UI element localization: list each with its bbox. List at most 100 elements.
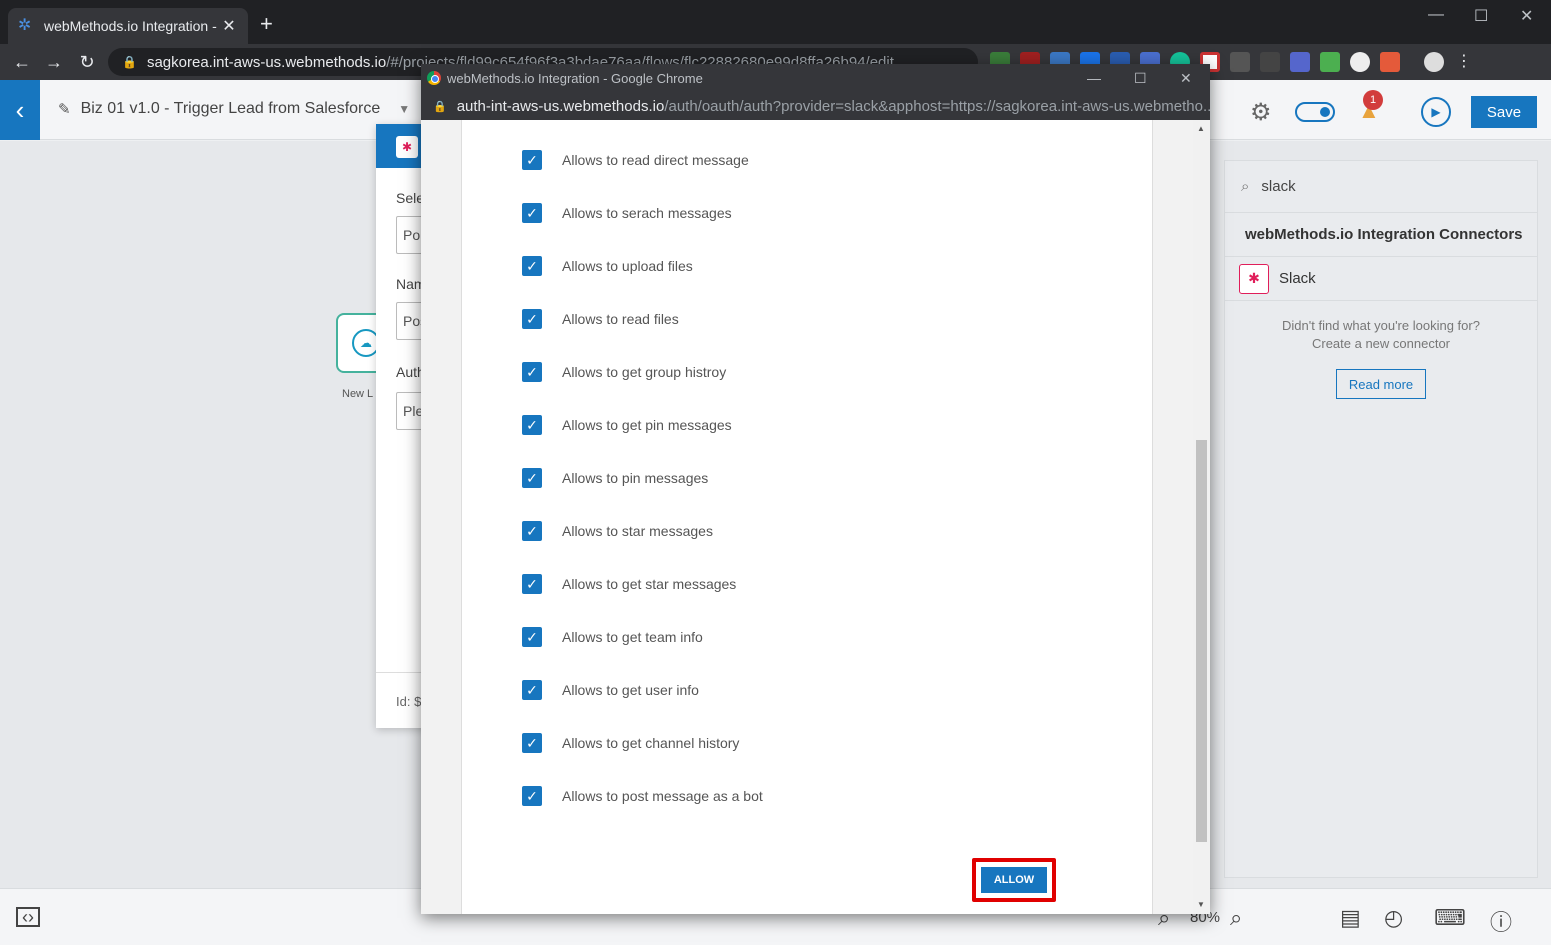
checkbox-checked-icon[interactable]: ✓: [522, 150, 542, 170]
profile-avatar[interactable]: [1424, 52, 1444, 72]
flow-title-text: Biz 01 v1.0 - Trigger Lead from Salesfor…: [80, 100, 381, 117]
browser-tab[interactable]: ✲ webMethods.io Integration - Biz ✕: [8, 8, 248, 44]
slack-icon: ✱: [396, 136, 418, 158]
permission-label: Allows to star messages: [562, 523, 713, 539]
code-view-icon[interactable]: ‹›: [16, 907, 40, 927]
permission-label: Allows to get user info: [562, 682, 699, 698]
permission-item[interactable]: ✓ Allows to serach messages: [522, 202, 732, 224]
history-icon[interactable]: ◴: [1384, 905, 1403, 931]
chrome-icon: [427, 71, 441, 85]
checkbox-checked-icon[interactable]: ✓: [522, 574, 542, 594]
permission-label: Allows to read files: [562, 311, 679, 327]
permission-item[interactable]: ✓ Allows to pin messages: [522, 467, 708, 489]
checkbox-checked-icon[interactable]: ✓: [522, 362, 542, 382]
permission-item[interactable]: ✓ Allows to star messages: [522, 520, 713, 542]
no-results-text: Didn't find what you're looking for? Cre…: [1225, 317, 1537, 353]
url-host: sagkorea.int-aws-us.webmethods.io: [146, 53, 387, 71]
reload-icon[interactable]: ↻: [75, 50, 99, 74]
extension-icon[interactable]: [1290, 52, 1310, 72]
popup-url-path: /auth/oauth/auth?provider=slack&apphost=…: [664, 97, 1210, 115]
checkbox-checked-icon[interactable]: ✓: [522, 733, 542, 753]
extension-icon[interactable]: [1380, 52, 1400, 72]
checkbox-checked-icon[interactable]: ✓: [522, 521, 542, 541]
checkbox-checked-icon[interactable]: ✓: [522, 309, 542, 329]
permission-label: Allows to get channel history: [562, 735, 740, 751]
tab-title: webMethods.io Integration - Biz: [44, 18, 220, 34]
gear-icon[interactable]: ⚙: [1250, 98, 1272, 127]
zoom-in-icon[interactable]: ⌕: [1230, 905, 1242, 931]
checkbox-checked-icon[interactable]: ✓: [522, 468, 542, 488]
checkbox-checked-icon[interactable]: ✓: [522, 786, 542, 806]
popup-maximize-icon[interactable]: ☐: [1134, 70, 1147, 87]
permission-item[interactable]: ✓ Allows to get group histroy: [522, 361, 726, 383]
play-button[interactable]: ▶: [1421, 97, 1451, 127]
popup-window-title: webMethods.io Integration - Google Chrom…: [447, 70, 703, 86]
back-button[interactable]: ‹: [0, 80, 40, 140]
save-button[interactable]: Save: [1471, 96, 1537, 128]
new-tab-button[interactable]: +: [260, 13, 273, 35]
slack-icon: ✱: [1239, 263, 1269, 294]
allow-button[interactable]: ALLOW: [981, 867, 1047, 893]
connector-name: Slack: [1279, 270, 1316, 287]
back-icon[interactable]: ←: [10, 50, 34, 74]
permission-item[interactable]: ✓ Allows to post message as a bot: [522, 785, 763, 807]
permission-label: Allows to get pin messages: [562, 417, 732, 433]
checkbox-checked-icon[interactable]: ✓: [522, 415, 542, 435]
connectors-section-header: webMethods.io Integration Connectors: [1225, 213, 1537, 257]
permission-item[interactable]: ✓ Allows to upload files: [522, 255, 693, 277]
read-more-button[interactable]: Read more: [1336, 369, 1426, 399]
extension-icon[interactable]: [1350, 52, 1370, 72]
popup-address-bar[interactable]: 🔒 auth-int-aws-us.webmethods.io/auth/oau…: [421, 92, 1210, 120]
connector-search[interactable]: ⌕ slack: [1225, 161, 1537, 213]
webmethods-logo-icon: ✲: [18, 17, 32, 34]
maximize-icon[interactable]: ☐: [1474, 6, 1488, 26]
permission-item[interactable]: ✓ Allows to read direct message: [522, 149, 749, 171]
notification-badge: 1: [1363, 90, 1383, 110]
id-label: Id: $: [396, 694, 422, 709]
permission-label: Allows to get team info: [562, 629, 703, 645]
connector-item-slack[interactable]: ✱ Slack: [1225, 257, 1537, 301]
permission-label: Allows to upload files: [562, 258, 693, 274]
permission-item[interactable]: ✓ Allows to get channel history: [522, 732, 739, 754]
popup-minimize-icon[interactable]: —: [1087, 70, 1101, 86]
permissions-sheet: ✓ Allows to read direct message ✓ Allows t…: [461, 120, 1153, 914]
connectors-panel: ⌕ slack webMethods.io Integration Connec…: [1224, 160, 1538, 878]
keyboard-icon[interactable]: ⌨: [1434, 905, 1466, 931]
permission-label: Allows to read direct message: [562, 152, 749, 168]
minimize-icon[interactable]: —: [1428, 6, 1444, 24]
scroll-down-icon[interactable]: ▼: [1197, 900, 1205, 909]
scrollbar-thumb[interactable]: [1196, 440, 1207, 842]
menu-icon[interactable]: ⋮: [1454, 52, 1474, 72]
permission-item[interactable]: ✓ Allows to get user info: [522, 679, 699, 701]
flow-title[interactable]: ✎ Biz 01 v1.0 - Trigger Lead from Salesf…: [58, 100, 410, 118]
popup-url-host: auth-int-aws-us.webmethods.io: [456, 97, 665, 115]
no-results-line2: Create a new connector: [1311, 336, 1451, 351]
lock-icon: 🔒: [122, 55, 137, 69]
checkbox-checked-icon[interactable]: ✓: [522, 680, 542, 700]
close-window-icon[interactable]: ✕: [1520, 6, 1533, 26]
toggle-knob: [1320, 107, 1330, 117]
tab-close-icon[interactable]: ✕: [220, 16, 238, 36]
help-icon[interactable]: ⓘ: [1490, 905, 1512, 937]
popup-titlebar: webMethods.io Integration - Google Chrom…: [421, 64, 1210, 92]
popup-close-icon[interactable]: ✕: [1180, 70, 1192, 87]
permission-item[interactable]: ✓ Allows to get pin messages: [522, 414, 732, 436]
scroll-up-icon[interactable]: ▲: [1197, 124, 1205, 133]
connector-search-input[interactable]: slack: [1261, 178, 1295, 195]
search-icon: ⌕: [1241, 178, 1250, 195]
flow-toggle[interactable]: [1295, 102, 1335, 122]
checkbox-checked-icon[interactable]: ✓: [522, 203, 542, 223]
permission-item[interactable]: ✓ Allows to get star messages: [522, 573, 736, 595]
checkbox-checked-icon[interactable]: ✓: [522, 627, 542, 647]
notes-icon[interactable]: ▤: [1340, 905, 1361, 931]
extension-icon[interactable]: [1320, 52, 1340, 72]
no-results-line1: Didn't find what you're looking for?: [1282, 318, 1480, 333]
extension-icon[interactable]: [1230, 52, 1250, 72]
checkbox-checked-icon[interactable]: ✓: [522, 256, 542, 276]
forward-icon[interactable]: →: [42, 50, 66, 74]
permission-item[interactable]: ✓ Allows to read files: [522, 308, 679, 330]
chevron-down-icon[interactable]: ▼: [398, 102, 410, 116]
popup-scrollbar[interactable]: ▲ ▼: [1193, 120, 1210, 914]
permission-item[interactable]: ✓ Allows to get team info: [522, 626, 703, 648]
extension-icon[interactable]: [1260, 52, 1280, 72]
